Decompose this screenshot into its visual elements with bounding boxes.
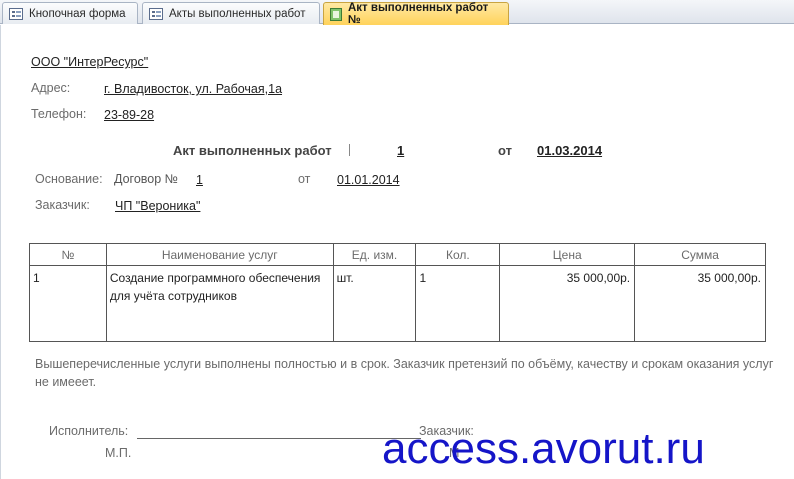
column-header-service: Наименование услуг bbox=[105, 243, 334, 266]
table-row: 1 Создание программного обеспечения для … bbox=[29, 265, 766, 342]
tab-act-report[interactable]: Акт выполненных работ № bbox=[323, 2, 509, 26]
executor-label: Исполнитель: bbox=[49, 424, 129, 438]
act-title: Акт выполненных работ bbox=[173, 143, 332, 158]
tab-switchboard-form[interactable]: Кнопочная форма bbox=[2, 2, 138, 24]
address-label: Адрес: bbox=[31, 81, 71, 95]
customer-label: Заказчик: bbox=[35, 198, 90, 212]
cell-service: Создание программного обеспечения для уч… bbox=[105, 265, 334, 342]
cell-unit: шт. bbox=[332, 265, 417, 342]
text-cursor bbox=[349, 144, 350, 156]
contract-number: 1 bbox=[196, 173, 203, 187]
tab-acts-form[interactable]: Акты выполненных работ bbox=[142, 2, 320, 24]
executor-signature-line bbox=[137, 438, 421, 439]
cell-sum: 35 000,00р. bbox=[634, 265, 766, 342]
report-sheet: ООО "ИнтерРесурс" Адрес: г. Владивосток,… bbox=[0, 25, 794, 479]
company-name: ООО "ИнтерРесурс" bbox=[31, 55, 149, 69]
column-header-sum: Сумма bbox=[634, 243, 766, 266]
services-table: № Наименование услуг Ед. изм. Кол. Цена … bbox=[29, 243, 766, 342]
column-header-qty: Кол. bbox=[415, 243, 501, 266]
act-date: 01.03.2014 bbox=[537, 143, 603, 158]
basis-label: Основание: bbox=[35, 172, 103, 186]
cell-number: 1 bbox=[29, 265, 107, 342]
column-header-number: № bbox=[29, 243, 107, 266]
phone-value: 23-89-28 bbox=[104, 108, 155, 122]
report-icon bbox=[330, 7, 342, 21]
phone-label: Телефон: bbox=[31, 107, 87, 121]
form-icon bbox=[149, 7, 163, 20]
cell-qty: 1 bbox=[415, 265, 501, 342]
act-date-label: от bbox=[498, 143, 512, 158]
tab-label: Кнопочная форма bbox=[29, 7, 126, 20]
contract-date: 01.01.2014 bbox=[337, 173, 400, 187]
contract-date-label: от bbox=[298, 172, 311, 186]
address-value: г. Владивосток, ул. Рабочая,1а bbox=[104, 82, 283, 96]
column-header-unit: Ед. изм. bbox=[332, 243, 417, 266]
completion-note: Вышеперечисленные услуги выполнены полно… bbox=[35, 357, 774, 389]
cell-price: 35 000,00р. bbox=[499, 265, 636, 342]
column-header-price: Цена bbox=[499, 243, 636, 266]
customer-value: ЧП "Вероника" bbox=[115, 199, 201, 213]
document-tab-bar: Кнопочная форма Акты выполненных работ А… bbox=[0, 0, 794, 26]
form-icon bbox=[9, 7, 23, 20]
stamp-left: М.П. bbox=[105, 446, 132, 460]
table-header-row: № Наименование услуг Ед. изм. Кол. Цена … bbox=[29, 243, 766, 266]
tab-label: Акт выполненных работ № bbox=[348, 2, 489, 26]
site-watermark: access.avorut.ru bbox=[382, 424, 705, 473]
act-number: 1 bbox=[397, 143, 405, 158]
tab-label: Акты выполненных работ bbox=[169, 7, 306, 20]
contract-label: Договор № bbox=[114, 172, 179, 186]
